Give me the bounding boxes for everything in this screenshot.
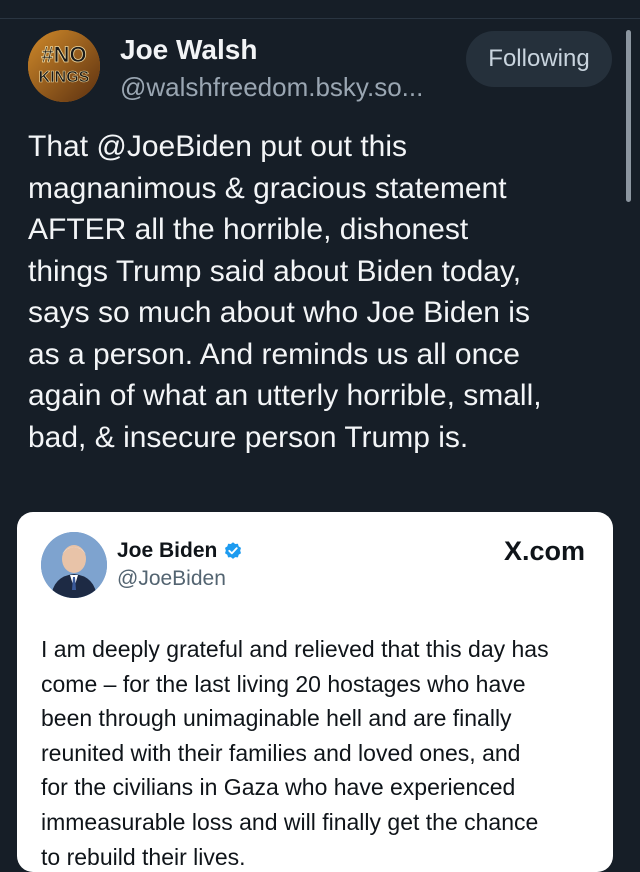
embed-text: I am deeply grateful and relieved that t…	[41, 636, 549, 870]
embed-avatar[interactable]	[41, 532, 107, 598]
post-text: That @JoeBiden put out this magnanimous …	[28, 130, 542, 454]
author-display-name[interactable]: Joe Walsh	[120, 34, 257, 66]
embedded-post-card[interactable]: Joe Biden @JoeBiden X.com I am deeply gr…	[17, 512, 613, 872]
avatar-text-top: #NO	[41, 42, 86, 67]
avatar-text-bottom: KINGS	[39, 69, 90, 86]
no-kings-logo: #NO KINGS	[28, 30, 100, 102]
top-divider	[0, 18, 640, 19]
source-link[interactable]: X.com	[504, 536, 585, 567]
following-button[interactable]: Following	[466, 31, 612, 87]
scrollbar[interactable]	[626, 30, 631, 202]
portrait-image	[41, 532, 107, 598]
embed-display-name[interactable]: Joe Biden	[117, 539, 217, 563]
author-avatar[interactable]: #NO KINGS	[28, 30, 100, 102]
author-handle[interactable]: @walshfreedom.bsky.so...	[120, 72, 423, 103]
embed-handle[interactable]: @JoeBiden	[117, 567, 226, 591]
embed-display-name-row[interactable]: Joe Biden	[117, 539, 243, 563]
verified-badge-icon	[225, 542, 242, 559]
